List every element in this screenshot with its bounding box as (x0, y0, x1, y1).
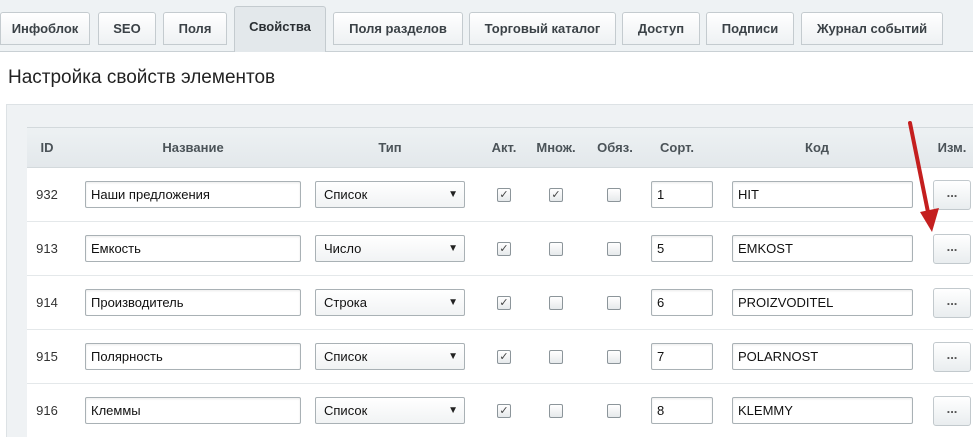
row-id: 913 (36, 241, 58, 256)
active-checkbox[interactable]: ✓ (497, 296, 511, 310)
code-input[interactable] (732, 235, 913, 262)
header-edit: Изм. (937, 140, 967, 155)
required-checkbox[interactable] (607, 242, 621, 256)
active-checkbox[interactable]: ✓ (497, 188, 511, 202)
table-row: 916 Список ▼ ✓... (27, 384, 973, 437)
caret-down-icon: ▼ (448, 351, 458, 362)
properties-table: ID Название Тип Акт. Множ. Обяз. Сорт. К… (27, 127, 973, 437)
row-id: 932 (36, 187, 58, 202)
active-checkbox[interactable]: ✓ (497, 404, 511, 418)
tab-infoblock[interactable]: Инфоблок (0, 12, 90, 45)
tab-access[interactable]: Доступ (622, 12, 700, 45)
property-type-select[interactable]: Список ▼ (315, 343, 465, 370)
edit-property-button[interactable]: ... (933, 396, 971, 426)
tab-trade-catalog[interactable]: Торговый каталог (469, 12, 616, 45)
multiple-checkbox[interactable] (549, 242, 563, 256)
check-icon: ✓ (551, 189, 561, 201)
property-name-input[interactable] (85, 235, 301, 262)
tab-event-log[interactable]: Журнал событий (801, 12, 943, 45)
edit-property-button[interactable]: ... (933, 342, 971, 372)
caret-down-icon: ▼ (448, 405, 458, 416)
active-checkbox[interactable]: ✓ (497, 350, 511, 364)
header-type: Тип (378, 140, 402, 155)
table-row: 913 Число ▼ ✓... (27, 222, 973, 276)
code-input[interactable] (732, 397, 913, 424)
edit-property-button[interactable]: ... (933, 180, 971, 210)
header-name: Название (162, 140, 224, 155)
code-input[interactable] (732, 181, 913, 208)
header-id: ID (40, 140, 54, 155)
sort-input[interactable] (651, 397, 713, 424)
header-required: Обяз. (597, 140, 633, 155)
tab-captions[interactable]: Подписи (706, 12, 794, 45)
sort-input[interactable] (651, 181, 713, 208)
header-multiple: Множ. (536, 140, 576, 155)
property-type-select[interactable]: Список ▼ (315, 181, 465, 208)
table-header: ID Название Тип Акт. Множ. Обяз. Сорт. К… (27, 128, 973, 168)
header-active: Акт. (491, 140, 517, 155)
page-title: Настройка свойств элементов (8, 67, 276, 88)
property-type-select[interactable]: Список ▼ (315, 397, 465, 424)
property-type-select[interactable]: Строка ▼ (315, 289, 465, 316)
multiple-checkbox[interactable] (549, 350, 563, 364)
required-checkbox[interactable] (607, 296, 621, 310)
sort-input[interactable] (651, 343, 713, 370)
property-name-input[interactable] (85, 397, 301, 424)
required-checkbox[interactable] (607, 350, 621, 364)
property-type-value: Список (324, 349, 368, 364)
multiple-checkbox[interactable]: ✓ (549, 188, 563, 202)
required-checkbox[interactable] (607, 188, 621, 202)
header-code: Код (805, 140, 829, 155)
check-icon: ✓ (499, 351, 509, 363)
property-name-input[interactable] (85, 343, 301, 370)
sort-input[interactable] (651, 235, 713, 262)
tab-properties[interactable]: Свойства (234, 6, 326, 52)
tab-fields[interactable]: Поля (163, 12, 227, 45)
tab-seo[interactable]: SEO (98, 12, 156, 45)
table-row: 915 Список ▼ ✓... (27, 330, 973, 384)
tab-bar: Инфоблок SEO Поля Свойства Поля разделов… (0, 0, 973, 52)
edit-property-button[interactable]: ... (933, 288, 971, 318)
property-type-value: Список (324, 187, 368, 202)
row-id: 914 (36, 295, 58, 310)
property-name-input[interactable] (85, 289, 301, 316)
property-type-value: Список (324, 403, 368, 418)
caret-down-icon: ▼ (448, 297, 458, 308)
sort-input[interactable] (651, 289, 713, 316)
table-row: 914 Строка ▼ ✓... (27, 276, 973, 330)
tab-section-fields[interactable]: Поля разделов (333, 12, 463, 45)
check-icon: ✓ (499, 405, 509, 417)
active-checkbox[interactable]: ✓ (497, 242, 511, 256)
properties-panel: ID Название Тип Акт. Множ. Обяз. Сорт. К… (6, 104, 973, 437)
property-type-select[interactable]: Число ▼ (315, 235, 465, 262)
edit-property-button[interactable]: ... (933, 234, 971, 264)
property-type-value: Строка (324, 295, 368, 310)
property-type-value: Число (324, 241, 362, 256)
check-icon: ✓ (499, 297, 509, 309)
code-input[interactable] (732, 289, 913, 316)
check-icon: ✓ (499, 243, 509, 255)
required-checkbox[interactable] (607, 404, 621, 418)
check-icon: ✓ (499, 189, 509, 201)
table-row: 932 Список ▼ ✓ ✓... (27, 168, 973, 222)
multiple-checkbox[interactable] (549, 404, 563, 418)
row-id: 915 (36, 349, 58, 364)
multiple-checkbox[interactable] (549, 296, 563, 310)
code-input[interactable] (732, 343, 913, 370)
row-id: 916 (36, 403, 58, 418)
header-sort: Сорт. (660, 140, 694, 155)
caret-down-icon: ▼ (448, 243, 458, 254)
property-name-input[interactable] (85, 181, 301, 208)
caret-down-icon: ▼ (448, 189, 458, 200)
